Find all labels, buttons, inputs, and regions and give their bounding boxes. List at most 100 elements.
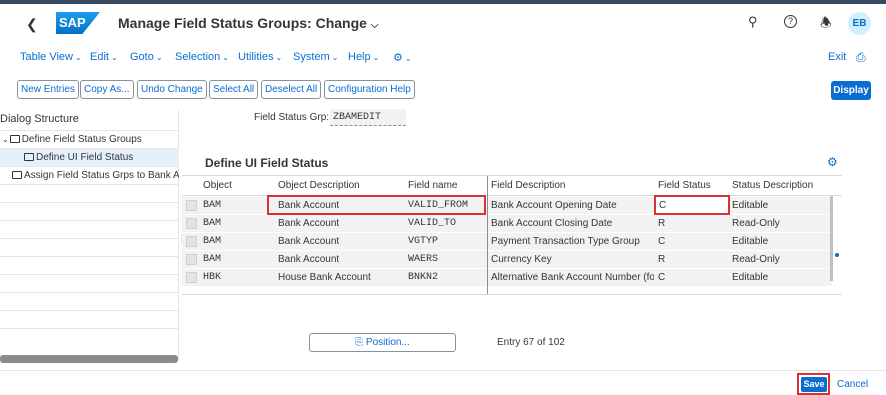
cell-object: BAM bbox=[203, 236, 222, 247]
cell-status-description: Read-Only bbox=[732, 254, 780, 265]
printer-icon[interactable]: ⎙ bbox=[856, 50, 866, 65]
cell-field-status[interactable]: R bbox=[658, 215, 665, 232]
chevron-down-icon[interactable]: ⌄ bbox=[2, 135, 9, 144]
menu-utilities[interactable]: Utilities ⌄ bbox=[238, 51, 282, 63]
help-icon[interactable]: ? bbox=[784, 15, 797, 28]
column-header-object-description[interactable]: Object Description bbox=[278, 176, 360, 196]
gear-icon[interactable]: ⚙ bbox=[827, 155, 838, 169]
save-button[interactable]: Save bbox=[801, 377, 827, 392]
tree-item-label: Define Field Status Groups bbox=[21, 134, 142, 145]
menu-label: Utilities bbox=[238, 51, 274, 63]
cell-field-name: VALID_TO bbox=[408, 218, 457, 229]
tree-item-define-ui-field-status[interactable]: Define UI Field Status bbox=[0, 148, 179, 166]
entry-counter: Entry 67 of 102 bbox=[497, 337, 565, 348]
app-title[interactable]: Manage Field Status Groups: Change ⌵ bbox=[118, 15, 379, 31]
row-selector[interactable] bbox=[186, 254, 197, 265]
horizontal-scrollbar[interactable] bbox=[0, 355, 178, 363]
row-selector[interactable] bbox=[186, 272, 197, 283]
tree-empty-row bbox=[0, 256, 179, 274]
tree-item-assign-field-status-grps[interactable]: Assign Field Status Grps to Bank Ac bbox=[0, 166, 179, 184]
tree-item-define-field-status-groups[interactable]: ⌄ Define Field Status Groups bbox=[0, 130, 179, 148]
tree-empty-row bbox=[0, 220, 179, 238]
cell-field-description: Payment Transaction Type Group bbox=[491, 236, 640, 247]
undo-change-button[interactable]: Undo Change bbox=[137, 80, 207, 99]
dialog-structure-title: Dialog Structure bbox=[0, 113, 79, 125]
chevron-down-icon: ⌄ bbox=[110, 53, 118, 62]
position-button[interactable]: ⎘ Position... bbox=[309, 333, 456, 352]
field-status-grp-value: ZBAMEDIT bbox=[330, 109, 406, 126]
menu-label: Goto bbox=[130, 51, 154, 63]
cell-object-description: Bank Account bbox=[278, 218, 340, 229]
gear-icon: ⚙ bbox=[393, 52, 403, 64]
cell-field-name: BNKN2 bbox=[408, 272, 439, 283]
menu-label: Help bbox=[348, 51, 371, 63]
vertical-scrollbar[interactable] bbox=[830, 196, 833, 281]
cell-field-description: Currency Key bbox=[491, 254, 552, 265]
cell-object: HBK bbox=[203, 272, 222, 283]
menu-goto[interactable]: Goto ⌄ bbox=[130, 51, 163, 63]
cell-field-name: VGTYP bbox=[408, 236, 439, 247]
cell-status-description: Editable bbox=[732, 200, 769, 211]
table-row[interactable]: BAM Bank Account VALID_TO Bank Account C… bbox=[182, 215, 832, 233]
configuration-help-button[interactable]: Configuration Help bbox=[324, 80, 415, 99]
column-header-status-description[interactable]: Status Description bbox=[732, 176, 813, 196]
field-status-grp-label: Field Status Grp: bbox=[254, 112, 330, 123]
row-selector[interactable] bbox=[186, 236, 197, 247]
deselect-all-button[interactable]: Deselect All bbox=[261, 80, 322, 99]
column-header-field-status[interactable]: Field Status bbox=[658, 176, 711, 196]
tree-item-label: Define UI Field Status bbox=[36, 152, 134, 163]
footer-divider bbox=[0, 370, 886, 371]
table-row[interactable]: BAM Bank Account VGTYP Payment Transacti… bbox=[182, 233, 832, 251]
table-bottom-divider bbox=[182, 294, 842, 295]
avatar[interactable]: EB bbox=[848, 12, 871, 35]
cell-field-description: Bank Account Opening Date bbox=[491, 200, 617, 211]
column-divider bbox=[487, 176, 488, 294]
row-selector[interactable] bbox=[186, 200, 197, 211]
bell-icon[interactable]: 🕭 bbox=[820, 14, 832, 36]
table-row[interactable]: BAM Bank Account WAERS Currency Key R Re… bbox=[182, 251, 832, 269]
menu-label: Edit bbox=[90, 51, 109, 63]
column-header-field-description[interactable]: Field Description bbox=[491, 176, 565, 196]
menu-label: Table View bbox=[20, 51, 73, 63]
highlight-frame bbox=[654, 195, 730, 215]
copy-as-button[interactable]: Copy As... bbox=[80, 80, 134, 99]
display-button[interactable]: Display bbox=[831, 81, 871, 100]
menu-system[interactable]: System ⌄ bbox=[293, 51, 338, 63]
cell-field-status[interactable]: R bbox=[658, 251, 665, 268]
sap-logo[interactable]: SAP bbox=[56, 12, 100, 34]
table-row[interactable]: HBK House Bank Account BNKN2 Alternative… bbox=[182, 269, 832, 287]
tree-empty-row bbox=[0, 328, 179, 346]
cell-field-name: WAERS bbox=[408, 254, 439, 265]
menu-selection[interactable]: Selection ⌄ bbox=[175, 51, 229, 63]
chevron-down-icon: ⌄ bbox=[222, 53, 229, 62]
header-divider bbox=[182, 175, 842, 176]
new-entries-button[interactable]: New Entries bbox=[17, 80, 79, 99]
column-header-field-name[interactable]: Field name bbox=[408, 176, 457, 196]
search-icon[interactable]: ⚲ bbox=[748, 14, 758, 30]
menu-help[interactable]: Help ⌄ bbox=[348, 51, 379, 63]
row-selector[interactable] bbox=[186, 218, 197, 229]
dialog-structure-panel: Dialog Structure ⌄ Define Field Status Gr… bbox=[0, 110, 179, 360]
position-icon: ⎘ bbox=[355, 337, 364, 348]
menu-edit[interactable]: Edit ⌄ bbox=[90, 51, 118, 63]
menu-table-view[interactable]: Table View ⌄ bbox=[20, 51, 82, 63]
cell-object: BAM bbox=[203, 254, 222, 265]
cancel-button[interactable]: Cancel bbox=[837, 379, 868, 390]
tree-empty-row bbox=[0, 310, 179, 328]
select-all-button[interactable]: Select All bbox=[209, 80, 259, 99]
cell-status-description: Editable bbox=[732, 272, 769, 283]
back-icon[interactable]: ❮ bbox=[26, 16, 38, 33]
cell-field-status[interactable]: C bbox=[658, 233, 665, 250]
chevron-down-icon: ⌄ bbox=[75, 53, 82, 62]
folder-icon bbox=[9, 135, 20, 143]
cell-status-description: Editable bbox=[732, 236, 769, 247]
position-label: Position... bbox=[365, 337, 410, 348]
menu-settings[interactable]: ⚙ ⌄ bbox=[393, 51, 412, 64]
cell-field-status[interactable]: C bbox=[658, 269, 665, 286]
exit-link[interactable]: Exit bbox=[828, 51, 846, 63]
column-header-object[interactable]: Object bbox=[203, 176, 232, 196]
cell-object: BAM bbox=[203, 218, 222, 229]
cell-status-description: Read-Only bbox=[732, 218, 780, 229]
chevron-down-icon: ⌄ bbox=[372, 53, 380, 62]
folder-open-icon bbox=[24, 153, 34, 161]
